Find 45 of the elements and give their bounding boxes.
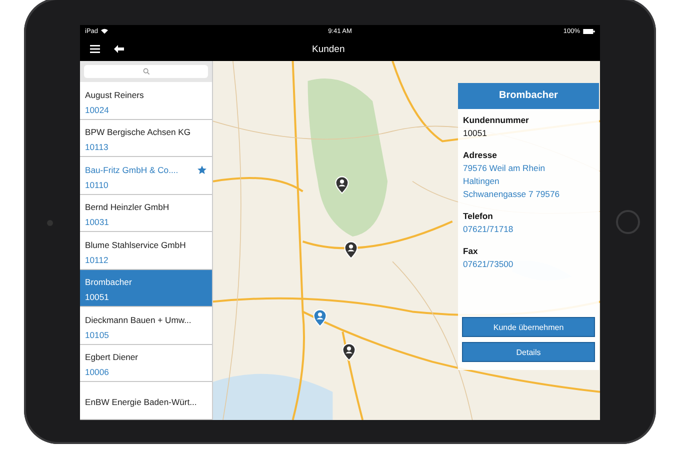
back-arrow-icon[interactable] [114,45,124,53]
field-label: Kundennummer [463,115,530,126]
customer-number: 10105 [85,330,109,340]
customer-name: BPW Bergische Achsen KG [85,127,191,138]
customer-list-item[interactable]: Brombacher 10051 [80,270,212,307]
action-button[interactable]: Kunde übernehmen [462,317,595,337]
customer-name: EnBW Energie Baden-Würt... [85,397,197,408]
customer-number: 10113 [85,142,108,152]
customer-name: Bau-Fritz GmbH & Co.... [85,164,178,175]
field-label: Fax [463,246,479,257]
detail-title: Brombacher [458,83,599,109]
customer-name: August Reiners [85,90,144,100]
customer-name: Brombacher [85,277,132,288]
customer-number: 10024 [85,104,109,115]
search-icon [142,68,150,75]
search-field[interactable] [84,65,208,78]
nav-title: Kunden [312,44,345,54]
battery-icon [582,28,595,34]
location-pin-icon[interactable] [342,343,356,361]
customer-number: 10006 [85,367,109,378]
field-link[interactable]: 79576 Weil am Rhein [463,163,594,174]
field-label: Adresse [463,150,498,161]
field-link[interactable]: Haltingen [463,176,594,187]
location-pin-icon[interactable] [344,241,358,259]
location-pin-icon[interactable] [335,176,349,194]
star-icon [197,164,207,175]
customer-name: Egbert Diener [85,352,138,362]
customer-number: 10051 [85,292,109,302]
customer-number: 10031 [85,217,109,228]
customer-number: 10110 [85,180,108,190]
menu-icon[interactable] [90,45,100,53]
customer-list-item[interactable]: BPW Bergische Achsen KG 10113 [80,120,212,157]
customer-name: Dieckmann Bauen + Umw... [85,314,192,325]
field-value: 10051 [463,128,488,139]
action-button[interactable]: Details [462,342,595,362]
wifi-icon [101,28,108,34]
customer-list-item[interactable]: Egbert Diener 10006 [80,344,212,382]
customer-list-item[interactable]: Bernd Heinzler GmbH 10031 [80,194,212,232]
customer-name: Bernd Heinzler GmbH [85,202,170,212]
customer-name: Blume Stahlservice GmbH [85,240,186,250]
customer-number: 10112 [85,254,108,265]
field-link[interactable]: 07621/71718 [463,224,594,235]
field-link[interactable]: 07621/73500 [463,259,594,270]
field-label: Telefon [463,211,494,222]
field-link[interactable]: Schwanengasse 7 79576 [463,189,594,200]
